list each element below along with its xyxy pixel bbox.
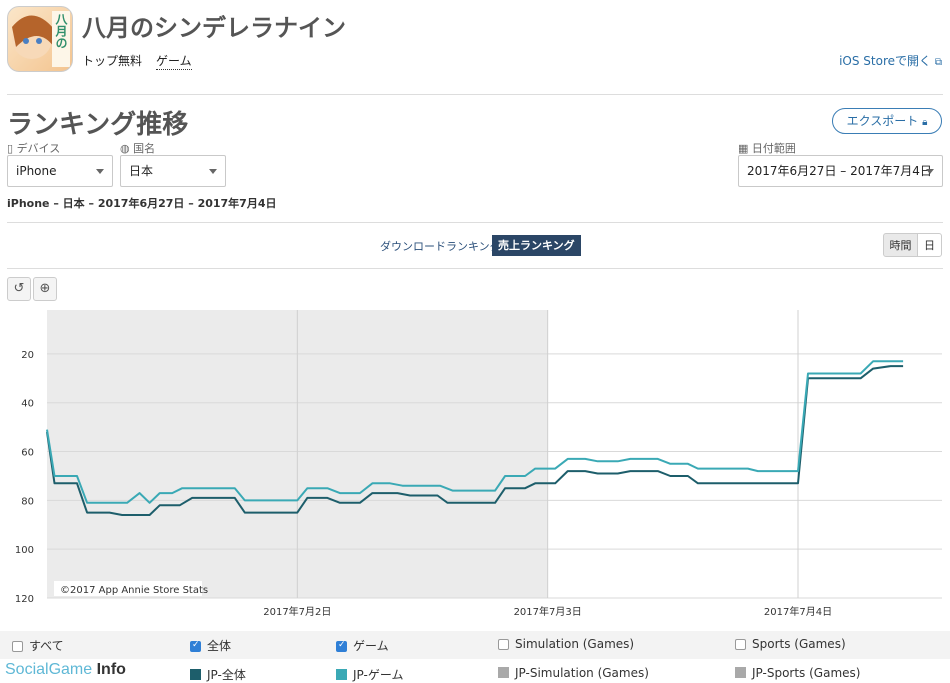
device-select-value: iPhone — [16, 164, 57, 178]
export-button-label: エクスポート — [846, 114, 919, 128]
series-swatch — [190, 669, 201, 680]
ios-store-link-label: iOS Storeで開く — [839, 54, 932, 68]
y-tick-label: 20 — [21, 350, 34, 361]
chevron-down-icon — [926, 169, 934, 174]
date-range-label: 日付範囲 — [751, 142, 796, 155]
country-select-value: 日本 — [129, 164, 154, 178]
watermark-part1: SocialGame — [5, 661, 93, 678]
calendar-icon: ▦ — [738, 142, 749, 155]
toggle-hour[interactable]: 時間 — [883, 233, 918, 257]
reset-zoom-button[interactable]: ↺ — [7, 277, 31, 301]
tab-download-ranking[interactable]: ダウンロードランキング — [380, 238, 501, 254]
date-range-value: 2017年6月27日 – 2017年7月4日 — [747, 164, 932, 178]
checkbox-icon[interactable] — [498, 639, 509, 650]
chevron-down-icon — [96, 169, 104, 174]
device-label: デバイス — [16, 142, 61, 155]
header-divider — [7, 94, 943, 95]
summary-divider — [7, 222, 943, 223]
checkbox-icon[interactable] — [12, 641, 23, 652]
date-range-select[interactable]: 2017年6月27日 – 2017年7月4日 — [738, 155, 943, 187]
app-icon: 八月の — [7, 6, 73, 72]
undo-icon: ↺ — [13, 281, 25, 296]
device-select[interactable]: iPhone — [7, 155, 113, 187]
series-legend-item[interactable]: JP-Sports (Games) — [735, 666, 860, 680]
series-swatch — [498, 667, 509, 678]
tabs-divider — [7, 268, 943, 269]
series-legend-item[interactable]: JP-Simulation (Games) — [498, 666, 649, 680]
legend-checkbox-label: Simulation (Games) — [515, 637, 635, 651]
external-link-icon: ⧉ — [934, 57, 942, 68]
legend-checkbox-2[interactable]: ゲーム — [336, 637, 389, 654]
device-label-wrap: ▯ デバイス — [7, 140, 60, 156]
legend-checkbox-4[interactable]: Sports (Games) — [735, 637, 846, 651]
ranking-chart: 20406080100120 2017年7月2日 2017年7月3日 2017年7月… — [15, 310, 942, 618]
legend-checkbox-label: ゲーム — [353, 639, 389, 653]
x-tick-label: 2017年7月2日 — [263, 605, 331, 618]
zoom-icon: ⊕ — [39, 281, 51, 296]
zoom-button[interactable]: ⊕ — [33, 277, 57, 301]
country-label: 国名 — [133, 142, 156, 155]
legend-checkbox-label: 全体 — [207, 639, 232, 653]
country-label-wrap: ◍ 国名 — [120, 140, 155, 156]
app-icon-text: 八月の — [54, 13, 68, 49]
y-tick-label: 60 — [21, 448, 34, 459]
selection-summary: iPhone – 日本 – 2017年6月27日 – 2017年7月4日 — [7, 197, 277, 210]
country-select[interactable]: 日本 — [120, 155, 226, 187]
checkbox-checked-icon[interactable] — [336, 640, 347, 652]
series-swatch — [735, 667, 746, 678]
y-tick-label: 80 — [21, 496, 34, 507]
y-tick-label: 120 — [15, 594, 34, 605]
lock-icon: 🔒︎ — [922, 117, 928, 128]
breadcrumb-games[interactable]: ゲーム — [156, 52, 192, 70]
toggle-day[interactable]: 日 — [917, 233, 942, 257]
series-legend-label: JP-全体 — [207, 668, 246, 682]
series-legend-item[interactable]: JP-全体 — [190, 666, 246, 683]
legend-checkbox-3[interactable]: Simulation (Games) — [498, 637, 634, 651]
chart-copyright: ©2017 App Annie Store Stats — [60, 585, 208, 596]
checkbox-icon[interactable] — [735, 639, 746, 650]
checkbox-checked-icon[interactable] — [190, 640, 201, 652]
tab-sales-ranking[interactable]: 売上ランキング — [492, 235, 581, 256]
section-title: ランキング推移 — [7, 110, 189, 140]
y-tick-label: 40 — [21, 399, 34, 410]
app-title: 八月のシンデレラナイン — [82, 14, 346, 42]
ios-store-link[interactable]: iOS Storeで開く ⧉ — [839, 52, 942, 69]
breadcrumb-top-free[interactable]: トップ無料 — [82, 52, 142, 69]
series-legend-label: JP-Simulation (Games) — [515, 666, 649, 680]
series-legend-item[interactable]: JP-ゲーム — [336, 666, 403, 683]
device-icon: ▯ — [7, 142, 14, 155]
series-legend-label: JP-ゲーム — [353, 668, 404, 682]
watermark: SocialGame Info — [5, 661, 126, 679]
legend-checkbox-1[interactable]: 全体 — [190, 637, 231, 654]
chevron-down-icon — [209, 169, 217, 174]
x-tick-label: 2017年7月3日 — [514, 605, 582, 618]
date-label-wrap: ▦ 日付範囲 — [738, 140, 796, 156]
globe-icon: ◍ — [120, 142, 130, 155]
y-tick-label: 100 — [15, 545, 34, 556]
legend-checkbox-label: すべて — [29, 639, 64, 653]
legend-checkbox-label: Sports (Games) — [752, 637, 846, 651]
series-swatch — [336, 669, 347, 680]
watermark-part2: Info — [96, 661, 126, 678]
x-tick-label: 2017年7月4日 — [764, 605, 832, 618]
x-axis: 2017年7月2日 2017年7月3日 2017年7月4日 — [263, 605, 832, 618]
export-button[interactable]: エクスポート 🔒︎ — [832, 108, 942, 134]
y-axis: 20 40 60 80 100 120 — [15, 350, 34, 605]
series-legend-label: JP-Sports (Games) — [752, 666, 861, 680]
legend-checkbox-0[interactable]: すべて — [12, 637, 64, 654]
